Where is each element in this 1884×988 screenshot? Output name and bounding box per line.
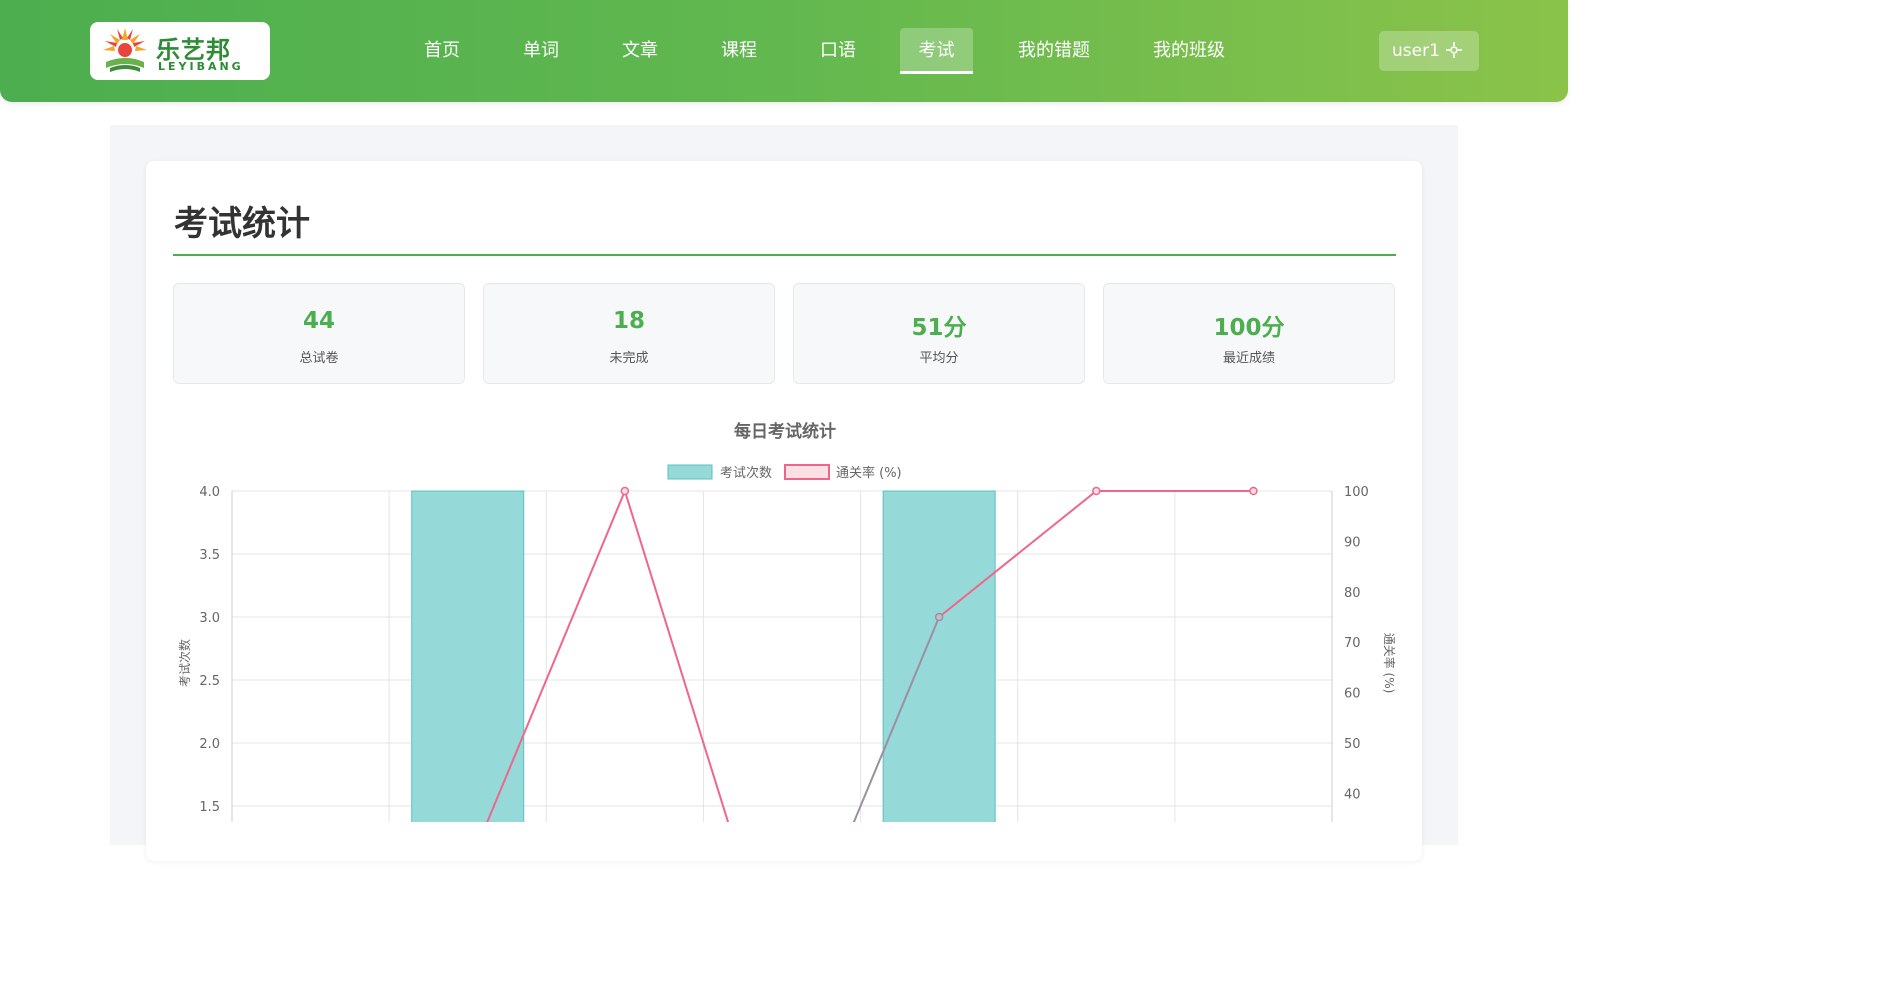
nav-item-speaking[interactable]: 口语 <box>798 28 878 74</box>
username: user1 <box>1392 41 1440 61</box>
legend-swatch-line <box>784 464 830 480</box>
stat-value: 51分 <box>911 315 967 341</box>
daily-exam-chart: 每日考试统计考试次数通关率 (%)00.51.01.52.02.53.03.54… <box>177 421 1397 822</box>
stat-value: 44 <box>302 308 335 334</box>
y-tick-label: 3.0 <box>199 611 220 626</box>
nav-item-my-class[interactable]: 我的班级 <box>1137 28 1241 74</box>
nav-item-home[interactable]: 首页 <box>402 28 482 74</box>
y2-axis-title: 通关率 (%) <box>1382 633 1397 694</box>
stat-label: 平均分 <box>919 351 959 366</box>
bar-exam-count <box>882 490 996 822</box>
stat-card-unfinished: 18 未完成 <box>483 283 775 384</box>
y2-tick-label: 80 <box>1344 586 1361 601</box>
stat-card-average: 51分 平均分 <box>793 283 1085 384</box>
user-menu-button[interactable]: user1 <box>1379 31 1479 71</box>
settings-icon <box>1446 42 1462 58</box>
y-tick-label: 4.0 <box>199 485 220 500</box>
y-tick-label: 1.5 <box>199 800 220 815</box>
y2-tick-label: 60 <box>1344 687 1361 702</box>
legend-label: 通关率 (%) <box>836 465 902 481</box>
nav-item-articles[interactable]: 文章 <box>600 28 680 74</box>
point-pass-rate <box>620 486 630 496</box>
title-divider <box>173 254 1396 256</box>
nav-item-words[interactable]: 单词 <box>501 28 581 74</box>
point-pass-rate <box>1249 486 1258 496</box>
y-tick-label: 3.5 <box>199 548 220 563</box>
point-pass-rate <box>934 612 944 622</box>
y-tick-label: 2.5 <box>199 674 220 689</box>
stat-label: 最近成绩 <box>1222 351 1275 366</box>
stat-card-total: 44 总试卷 <box>173 283 465 384</box>
sun-flower-icon <box>103 28 147 72</box>
stat-value: 18 <box>612 308 645 334</box>
logo[interactable]: 乐艺邦 LEYIBANG <box>90 22 270 80</box>
nav-item-mistakes[interactable]: 我的错题 <box>1002 28 1106 74</box>
point-pass-rate <box>1092 486 1101 496</box>
y2-tick-label: 70 <box>1344 636 1361 651</box>
y2-tick-label: 50 <box>1344 737 1361 752</box>
legend-swatch-bar <box>667 464 713 480</box>
y-axis-title: 考试次数 <box>177 639 192 687</box>
stat-label: 总试卷 <box>299 351 339 366</box>
logo-subtext: LEYIBANG <box>158 60 244 73</box>
page-title: 考试统计 <box>174 204 310 244</box>
nav-item-courses[interactable]: 课程 <box>699 28 779 74</box>
stat-card-latest: 100分 最近成绩 <box>1103 283 1395 384</box>
y2-tick-label: 40 <box>1344 787 1361 802</box>
y2-tick-label: 90 <box>1344 535 1361 550</box>
y-tick-label: 2.0 <box>199 737 220 752</box>
stat-label: 未完成 <box>609 351 649 366</box>
stat-value: 100分 <box>1213 315 1285 341</box>
top-navbar: 乐艺邦 LEYIBANG 首页 单词 文章 课程 口语 考试 我的错题 我的班级… <box>0 0 1568 102</box>
chart-title: 每日考试统计 <box>734 421 836 442</box>
y2-tick-label: 100 <box>1344 485 1369 500</box>
legend-label: 考试次数 <box>720 465 772 481</box>
nav-item-exam[interactable]: 考试 <box>900 28 973 74</box>
